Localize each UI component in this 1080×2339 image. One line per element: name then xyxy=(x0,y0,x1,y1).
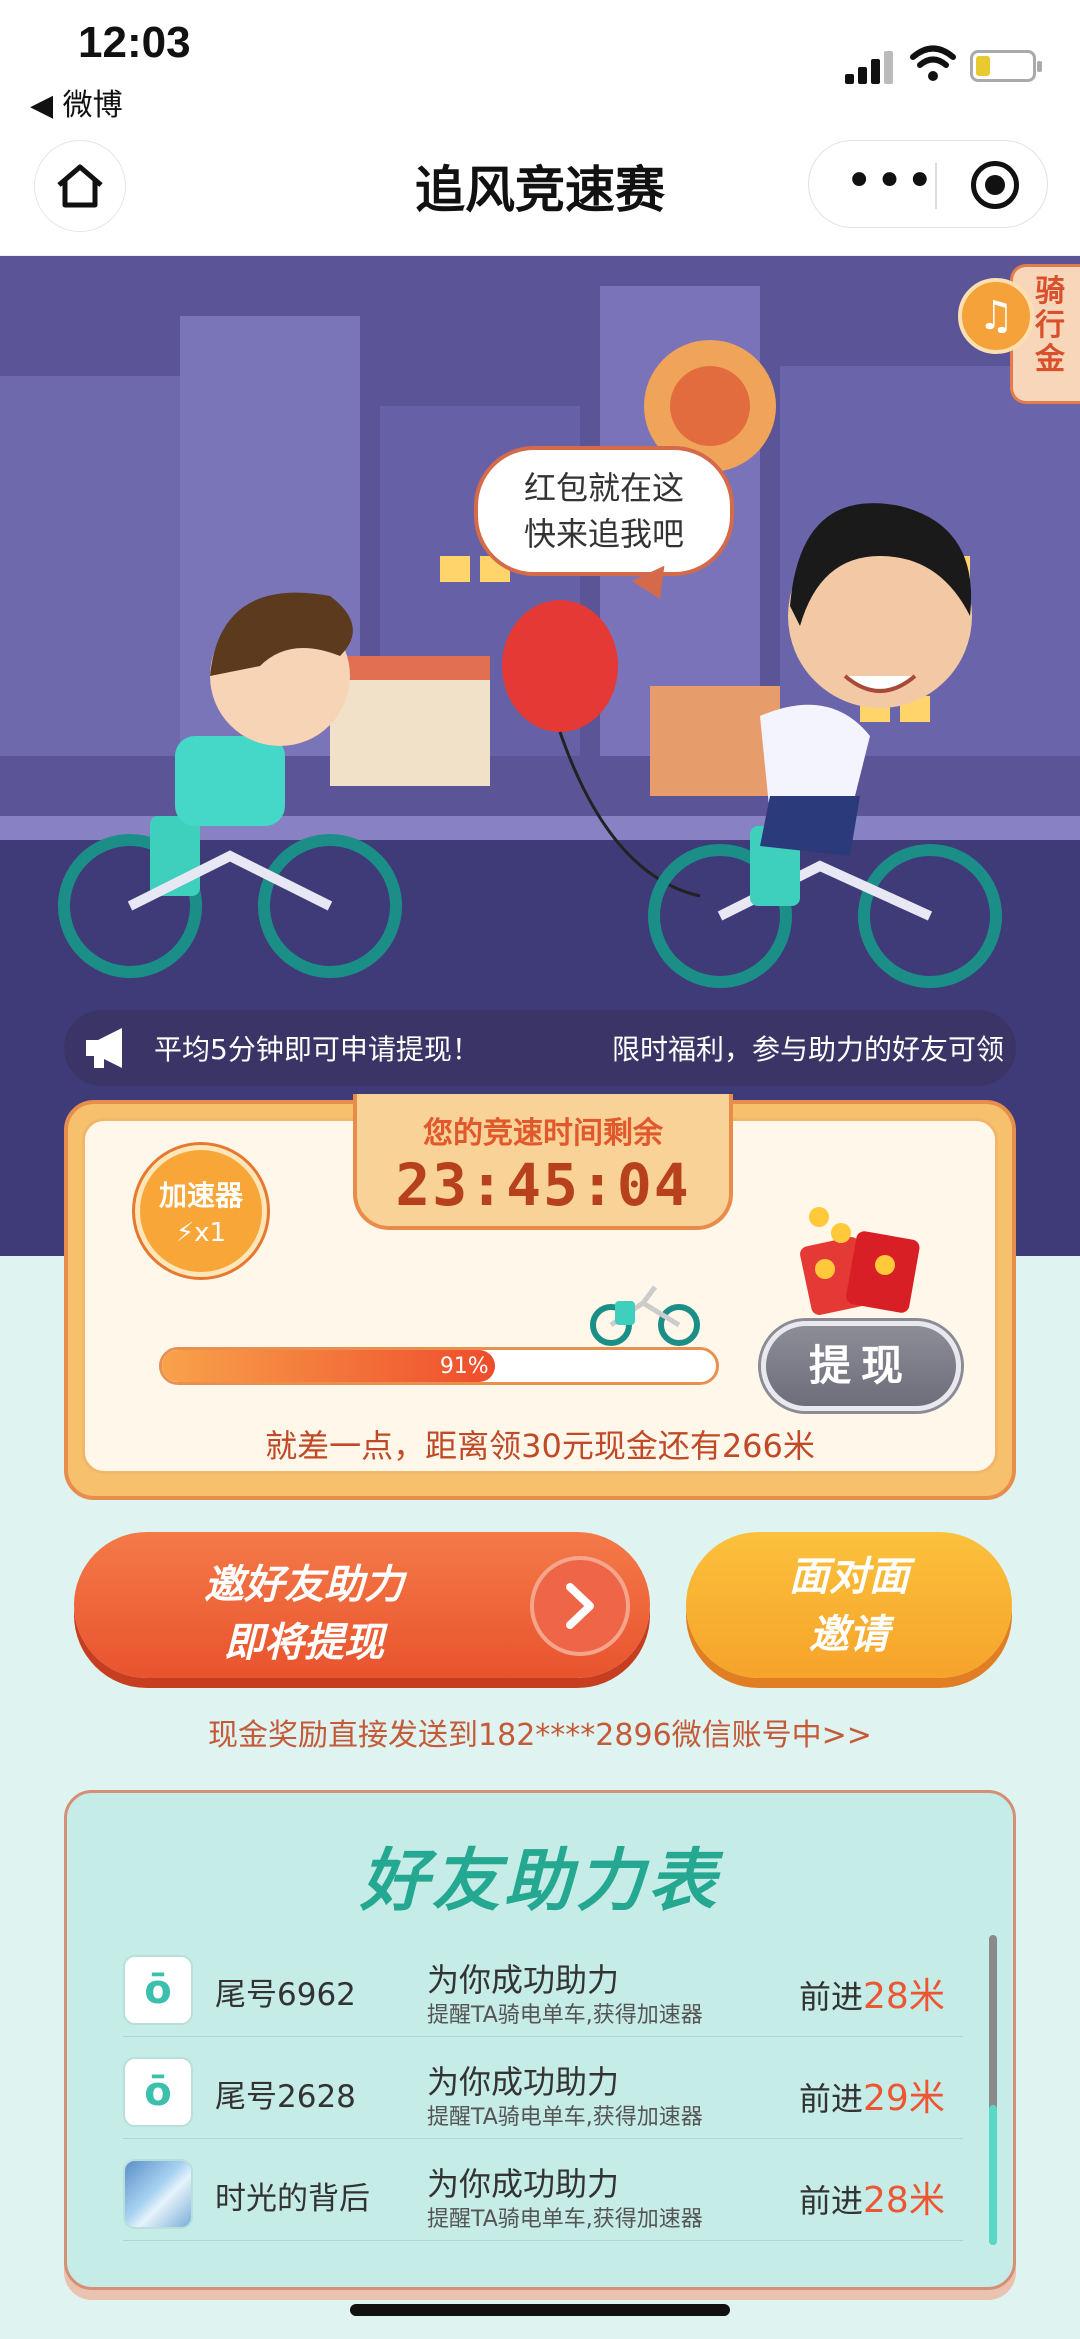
signal-icon xyxy=(845,50,895,84)
megaphone-icon xyxy=(86,1028,122,1068)
chevron-right-icon xyxy=(530,1556,630,1656)
list-item: ō 尾号6962 为你成功助力 提醒TA骑电单车,获得加速器 前进28米 xyxy=(123,1935,963,2037)
advance-distance: 前进29米 xyxy=(799,2078,945,2119)
scrollbar-thumb[interactable] xyxy=(989,2105,997,2245)
marquee-text-2: 限时福利，参与助力的好友可领 xyxy=(612,1033,1005,1066)
nav-bar: 追风竞速赛 ••• xyxy=(0,140,1080,256)
advance-distance: 前进28米 xyxy=(799,1976,945,2017)
help-status: 为你成功助力 xyxy=(427,1961,620,1999)
status-bar: 12:03 ◀ 微博 xyxy=(0,0,1080,140)
timer-value: 23:45:04 xyxy=(395,1151,691,1219)
help-hint: 提醒TA骑电单车,获得加速器 xyxy=(427,2105,703,2130)
help-status: 为你成功助力 xyxy=(427,2165,620,2203)
close-miniprogram-icon[interactable] xyxy=(971,161,1019,209)
help-status: 为你成功助力 xyxy=(427,2063,620,2101)
marquee-text-1: 平均5分钟即可申请提现！ xyxy=(154,1033,480,1066)
accelerator-badge[interactable]: 加速器 ⚡x1 xyxy=(135,1145,267,1277)
avatar: ō xyxy=(123,2057,193,2127)
help-hint: 提醒TA骑电单车,获得加速器 xyxy=(427,2207,703,2232)
capsule-divider xyxy=(935,163,937,209)
speech-bubble: 红包就在这 快来追我吧 xyxy=(474,446,734,576)
advance-distance: 前进28米 xyxy=(799,2180,945,2221)
avatar xyxy=(123,2159,193,2229)
timer-label: 您的竞速时间剩余 xyxy=(423,1116,663,1151)
status-time: 12:03 xyxy=(78,18,191,67)
help-hint: 提醒TA骑电单车,获得加速器 xyxy=(427,2003,703,2028)
friend-name: 时光的背后 xyxy=(215,2181,370,2217)
withdraw-button[interactable]: 提现 xyxy=(761,1321,961,1411)
countdown-timer: 您的竞速时间剩余 23:45:04 xyxy=(353,1094,733,1230)
more-icon[interactable]: ••• xyxy=(845,157,936,205)
home-indicator xyxy=(350,2304,730,2316)
back-to-weibo[interactable]: ◀ 微博 xyxy=(30,80,123,124)
progress-bike-icon xyxy=(590,1285,700,1346)
invite-friends-button[interactable]: 邀好友助力 即将提现 xyxy=(74,1532,650,1678)
friend-list-title: 好友助力表 xyxy=(359,1842,720,1921)
friend-name: 尾号2628 xyxy=(215,2079,356,2115)
accelerator-count: ⚡x1 xyxy=(175,1218,227,1248)
face-to-face-invite-button[interactable]: 面对面 邀请 xyxy=(686,1532,1012,1678)
avatar: ō xyxy=(123,1955,193,2025)
progress-percent: 91% xyxy=(439,1354,489,1379)
friend-name: 尾号6962 xyxy=(215,1977,356,2013)
remaining-distance-text: 就差一点，距离领30元现金还有266米 xyxy=(265,1427,815,1465)
cash-reward-link[interactable]: 现金奖励直接发送到182****2896微信账号中>> xyxy=(0,1710,1080,1754)
music-icon[interactable]: ♫ xyxy=(958,278,1034,354)
wifi-icon xyxy=(910,45,956,81)
progress-fill: 91% xyxy=(162,1350,495,1382)
race-progress-bar: 91% xyxy=(159,1347,719,1385)
menu-capsule: ••• xyxy=(808,140,1048,228)
list-item: 时光的背后 为你成功助力 提醒TA骑电单车,获得加速器 前进28米 xyxy=(123,2139,963,2241)
red-envelope-icon xyxy=(800,1207,920,1315)
race-panel: 加速器 ⚡x1 91% 提现 就差一点，距离领30元现金还有266米 您的竞速时… xyxy=(64,1094,1016,1500)
battery-icon xyxy=(970,50,1042,82)
list-item: ō 尾号2628 为你成功助力 提醒TA骑电单车,获得加速器 前进29米 xyxy=(123,2037,963,2139)
friend-help-list: 好友助力表 ō 尾号6962 为你成功助力 提醒TA骑电单车,获得加速器 前进2… xyxy=(64,1790,1016,2290)
list-scrollbar[interactable] xyxy=(989,1935,997,2245)
announcement-marquee: 平均5分钟即可申请提现！ 限时福利，参与助力的好友可领 xyxy=(64,1010,1016,1086)
